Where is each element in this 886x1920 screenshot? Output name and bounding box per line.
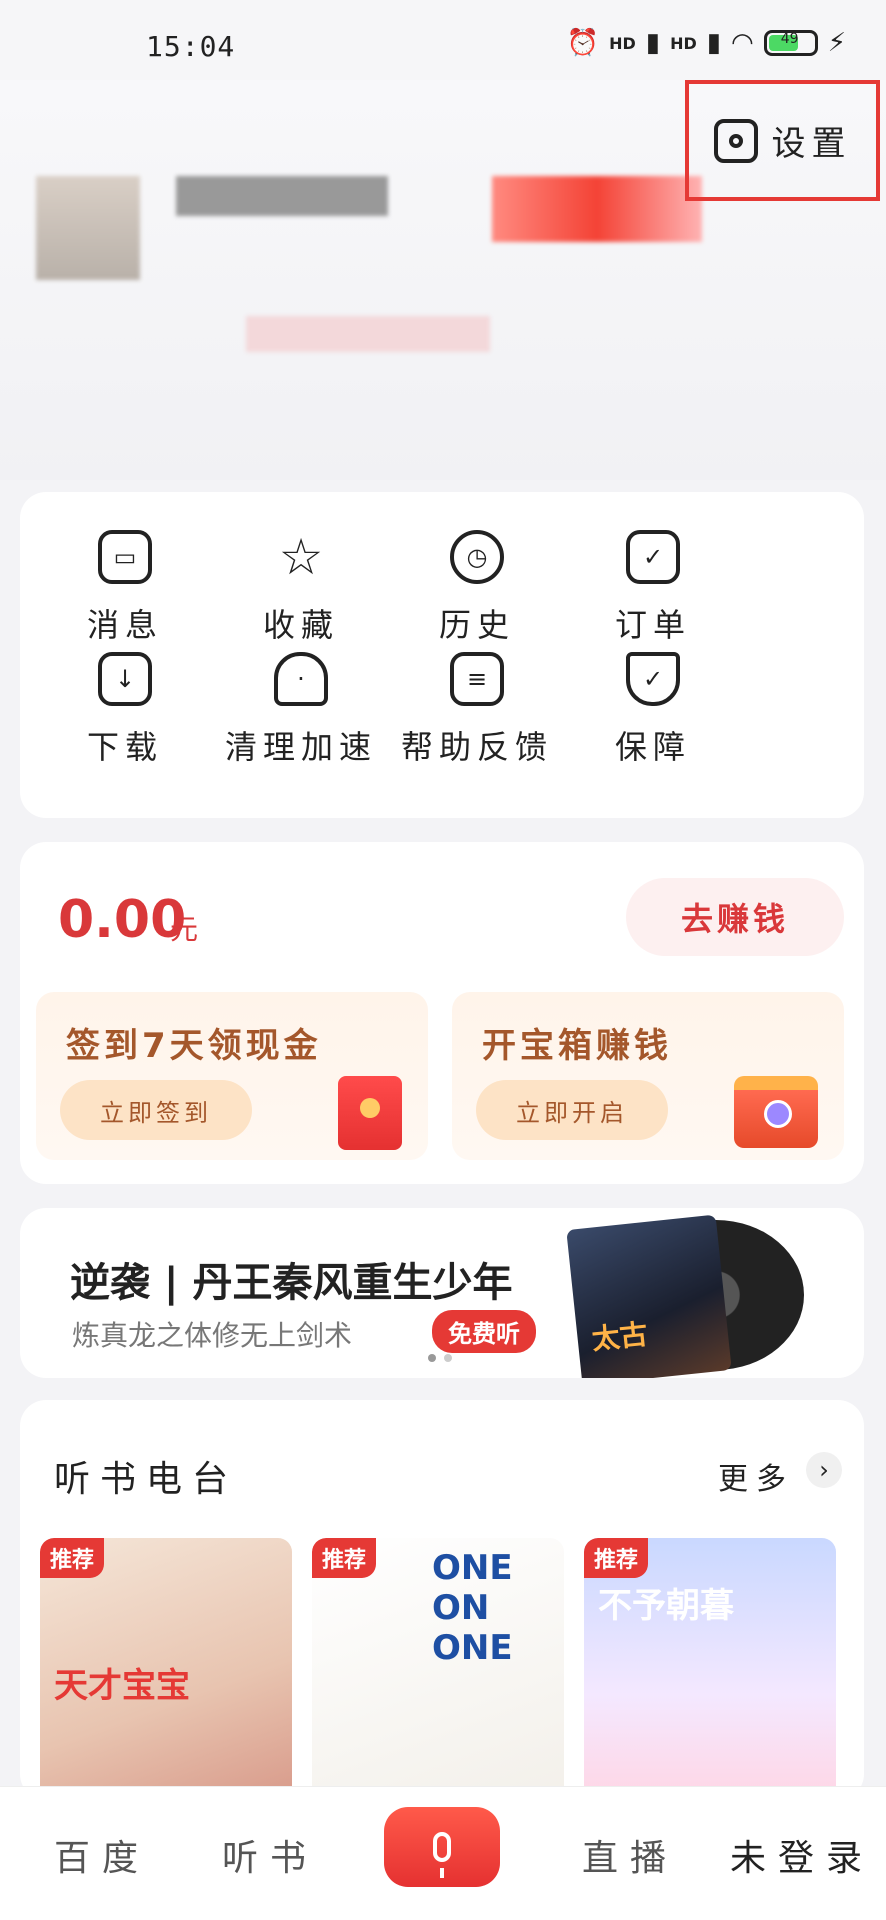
recommend-tag: 推荐 [584,1538,649,1578]
audiobook-radio-section: 听书电台 更多 › 推荐 天才宝宝 推荐 ONE ON ONE 推荐 不予朝暮 [20,1400,864,1800]
voice-search-button[interactable] [384,1807,500,1887]
tab-audiobooks[interactable]: 听书 [222,1829,318,1881]
open-chest-button[interactable]: 立即开启 [476,1080,668,1140]
banner-subtitle: 炼真龙之体修无上剑术 [72,1319,353,1352]
wifi-icon: ◠ [731,28,754,58]
battery-level: 49 [780,31,799,47]
grid-item-orders[interactable]: ✓ 订单 [548,530,758,660]
feedback-icon: ≡ [450,652,504,706]
grid-label: 保障 [614,728,691,766]
microphone-icon [433,1832,451,1878]
balance-amount: 0.00 [58,890,187,950]
tab-baidu[interactable]: 百度 [54,1829,150,1881]
book-card[interactable]: 推荐 不予朝暮 [584,1538,836,1800]
signal-bars-icon: ▮ [645,28,661,58]
settings-label: 设置 [771,124,852,164]
star-icon: ☆ [278,528,324,586]
book-cover-image: 太古 [566,1214,732,1378]
book-card[interactable]: 推荐 天才宝宝 [40,1538,292,1800]
gear-icon [713,118,758,163]
signal-icon: HD [670,33,697,53]
promo-banner[interactable]: 逆袭 | 丹王秦风重生少年 炼真龙之体修无上剑术 免费听 太古 [20,1208,864,1378]
signal-icon: HD [609,33,636,53]
settings-button[interactable]: 设置 [685,80,880,201]
grid-item-protection[interactable]: ✓ 保障 [548,652,758,782]
calendar-check-icon: ✓ [626,530,680,584]
shield-check-icon: ✓ [626,652,680,706]
book-card[interactable]: 推荐 ONE ON ONE [312,1538,564,1800]
task-title: 开宝箱赚钱 [482,1026,672,1066]
avatar[interactable] [36,176,140,280]
treasure-chest-icon [734,1076,818,1148]
username-blurred [176,176,388,216]
recommend-tag: 推荐 [312,1538,377,1578]
clock-icon: ◷ [450,530,504,584]
earnings-card: 0.00 元 去赚钱 签到7天领现金 立即签到 开宝箱赚钱 立即开启 [20,842,864,1184]
checkin-task[interactable]: 签到7天领现金 立即签到 [36,992,428,1160]
banner-title: 逆袭 | 丹王秦风重生少年 [70,1260,513,1306]
earn-money-button[interactable]: 去赚钱 [626,878,844,956]
charging-icon: ⚡ [827,28,846,58]
alarm-icon: ⏰ [566,28,600,58]
task-title: 签到7天领现金 [66,1026,322,1066]
status-icons: ⏰ HD ▮ HD ▮ ◠ 49 ⚡ [567,28,846,58]
treasure-task[interactable]: 开宝箱赚钱 立即开启 [452,992,844,1160]
tab-live[interactable]: 直播 [582,1829,678,1881]
chevron-right-icon[interactable]: › [806,1452,842,1488]
battery-icon: 49 [763,30,818,56]
status-bar: 15:04 ⏰ HD ▮ HD ▮ ◠ 49 ⚡ [0,0,886,80]
recommend-tag: 推荐 [40,1538,105,1578]
rocket-icon: · [274,652,328,706]
bottom-tab-bar: 百度 听书 直播 未登录 [0,1786,886,1920]
grid-label: 订单 [614,606,691,644]
message-icon: ▭ [98,530,152,584]
tab-login[interactable]: 未登录 [730,1829,874,1881]
carousel-dots [428,1354,452,1362]
subtitle-blurred [246,316,490,352]
download-icon: ↓ [98,652,152,706]
more-link[interactable]: 更多 [718,1454,794,1498]
red-envelope-icon [338,1076,402,1150]
status-time: 15:04 [146,30,236,63]
signal-bars-icon: ▮ [706,28,722,58]
shortcut-grid: ▭ 消息 ☆ 收藏 ◷ 历史 ✓ 订单 ↓ 下载 · 清理加速 ≡ 帮助反馈 ✓… [20,492,864,818]
section-title: 听书电台 [54,1459,239,1500]
balance-unit: 元 [170,913,199,946]
free-listen-badge: 免费听 [432,1310,536,1353]
checkin-button[interactable]: 立即签到 [60,1080,252,1140]
vip-badge-blurred[interactable] [492,176,702,242]
